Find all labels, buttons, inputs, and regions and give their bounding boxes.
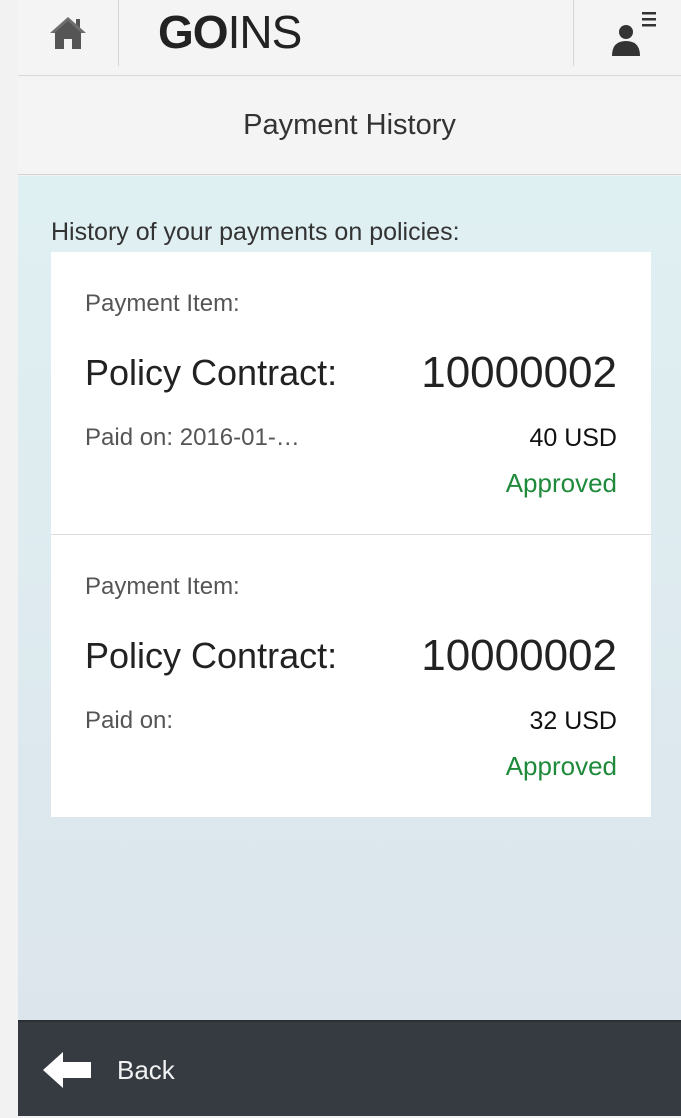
payment-item[interactable]: Payment Item: Policy Contract: 10000002 … [51, 535, 651, 817]
back-label: Back [117, 1054, 175, 1085]
user-menu-button[interactable] [604, 4, 664, 60]
logo-bold: GO [158, 6, 229, 58]
payment-item-label: Payment Item: [85, 573, 240, 600]
logo-rest: INS [227, 6, 303, 58]
arrow-left-icon [43, 1052, 91, 1088]
app-footer: Back [18, 1020, 681, 1116]
page-title: Payment History [243, 109, 456, 141]
payment-item[interactable]: Payment Item: Policy Contract: 10000002 … [51, 252, 651, 534]
payment-status: Approved [505, 751, 617, 781]
policy-number: 10000002 [421, 348, 617, 397]
policy-contract-label: Policy Contract: [85, 352, 338, 393]
user-menu-icon [612, 12, 656, 56]
paid-on: Paid on: 2016-01-… [85, 424, 300, 451]
app-logo: GOINS [158, 6, 303, 58]
header-divider-left [118, 0, 119, 66]
policy-number: 10000002 [421, 631, 617, 680]
content-area: History of your payments on policies: Pa… [18, 176, 681, 1020]
paid-on: Paid on: [85, 707, 174, 734]
policy-contract-label: Policy Contract: [85, 635, 338, 676]
app-header: GOINS [18, 0, 681, 76]
payment-amount: 32 USD [529, 707, 617, 735]
home-icon [50, 17, 86, 49]
payment-status: Approved [505, 468, 617, 498]
back-button[interactable]: Back [18, 1022, 218, 1118]
header-divider-right [573, 0, 574, 66]
home-button[interactable] [18, 0, 118, 66]
app-root: GOINS Payment History History of your pa… [18, 0, 681, 1116]
payment-amount: 40 USD [529, 424, 617, 452]
page-title-bar: Payment History [18, 77, 681, 175]
payment-item-label: Payment Item: [85, 290, 240, 317]
intro-text: History of your payments on policies: [51, 218, 460, 246]
